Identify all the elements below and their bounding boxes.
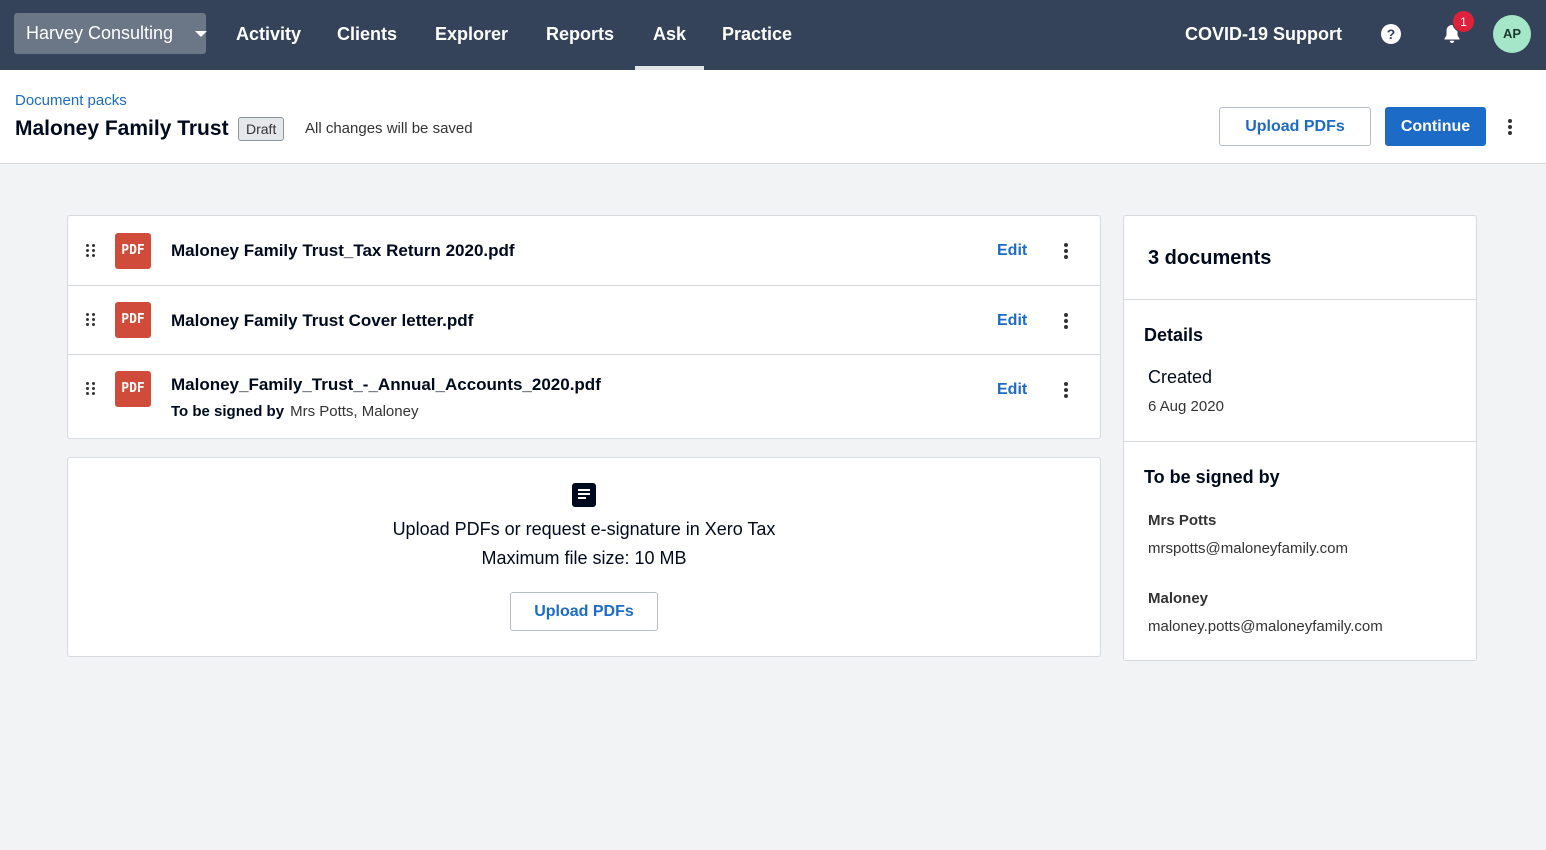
nav-activity[interactable]: Activity [236, 0, 301, 70]
signer-name: Mrs Potts [1148, 512, 1217, 529]
page-header: Document packs Maloney Family Trust Draf… [0, 70, 1546, 164]
help-icon[interactable]: ? [1381, 24, 1401, 44]
org-name: Harvey Consulting [26, 23, 174, 43]
document-name: Maloney Family Trust_Tax Return 2020.pdf [171, 241, 515, 260]
signer-name: Maloney [1148, 590, 1209, 607]
avatar[interactable]: AP [1493, 15, 1531, 53]
nav-ask[interactable]: Ask [634, 0, 705, 70]
edit-link[interactable]: Edit [997, 381, 1027, 399]
pdf-icon: PDF [115, 371, 151, 407]
list-item: PDF Maloney Family Trust Cover letter.pd… [68, 286, 1100, 355]
upload-dropzone[interactable]: Upload PDFs or request e-signature in Xe… [67, 457, 1101, 657]
created-value: 6 Aug 2020 [1148, 398, 1224, 415]
list-item: PDF Maloney Family Trust_Tax Return 2020… [68, 216, 1100, 286]
notification-badge: 1 [1452, 10, 1475, 33]
upload-instructions: Upload PDFs or request e-signature in Xe… [392, 519, 776, 539]
list-item: PDF Maloney_Family_Trust_-_Annual_Accoun… [68, 355, 1100, 439]
signers-section: To be signed by Mrs Potts mrspotts@malon… [1124, 442, 1476, 660]
continue-button[interactable]: Continue [1385, 107, 1486, 146]
more-options-icon[interactable] [1056, 241, 1076, 261]
breadcrumb[interactable]: Document packs [15, 92, 127, 109]
document-list: PDF Maloney Family Trust_Tax Return 2020… [67, 215, 1101, 439]
edit-link[interactable]: Edit [997, 312, 1027, 330]
document-name: Maloney Family Trust Cover letter.pdf [171, 311, 474, 330]
signer-email: maloney.potts@maloneyfamily.com [1148, 618, 1383, 635]
more-options-icon[interactable] [1056, 380, 1076, 400]
document-count: 3 documents [1148, 247, 1272, 269]
nav-explorer[interactable]: Explorer [435, 0, 508, 70]
document-count-section: 3 documents [1124, 216, 1476, 300]
details-section: Details Created 6 Aug 2020 [1124, 300, 1476, 442]
signer-email: mrspotts@maloneyfamily.com [1148, 540, 1348, 557]
document-icon [572, 483, 596, 507]
summary-panel: 3 documents Details Created 6 Aug 2020 T… [1123, 215, 1477, 661]
page-title: Maloney Family Trust [15, 117, 229, 140]
document-signers: To be signed by Mrs Potts, Maloney [171, 403, 418, 420]
upload-pdfs-button[interactable]: Upload PDFs [1219, 107, 1371, 146]
nav-clients[interactable]: Clients [337, 0, 397, 70]
upload-pdfs-button[interactable]: Upload PDFs [510, 592, 658, 631]
nav-reports[interactable]: Reports [546, 0, 614, 70]
more-options-icon[interactable] [1056, 311, 1076, 331]
org-switcher[interactable]: Harvey Consulting [14, 13, 207, 54]
signers-heading: To be signed by [1144, 467, 1280, 487]
nav-practice[interactable]: Practice [722, 0, 792, 70]
caret-down-icon [195, 31, 207, 37]
status-badge: Draft [238, 117, 285, 141]
upload-size-limit: Maximum file size: 10 MB [481, 548, 687, 568]
details-heading: Details [1144, 325, 1204, 345]
document-name: Maloney_Family_Trust_-_Annual_Accounts_2… [171, 375, 601, 394]
save-note: All changes will be saved [305, 120, 473, 137]
covid-support-link[interactable]: COVID-19 Support [1185, 0, 1342, 70]
drag-handle-icon[interactable] [86, 244, 96, 258]
pdf-icon: PDF [115, 233, 151, 269]
created-label: Created [1148, 367, 1213, 387]
pdf-icon: PDF [115, 302, 151, 338]
drag-handle-icon[interactable] [86, 382, 96, 396]
more-options-icon[interactable] [1500, 117, 1520, 137]
top-nav: Harvey Consulting Activity Clients Explo… [0, 0, 1546, 70]
edit-link[interactable]: Edit [997, 242, 1027, 260]
signers-label: To be signed by [171, 403, 285, 420]
signers-value: Mrs Potts, Maloney [290, 403, 419, 420]
drag-handle-icon[interactable] [86, 313, 96, 327]
